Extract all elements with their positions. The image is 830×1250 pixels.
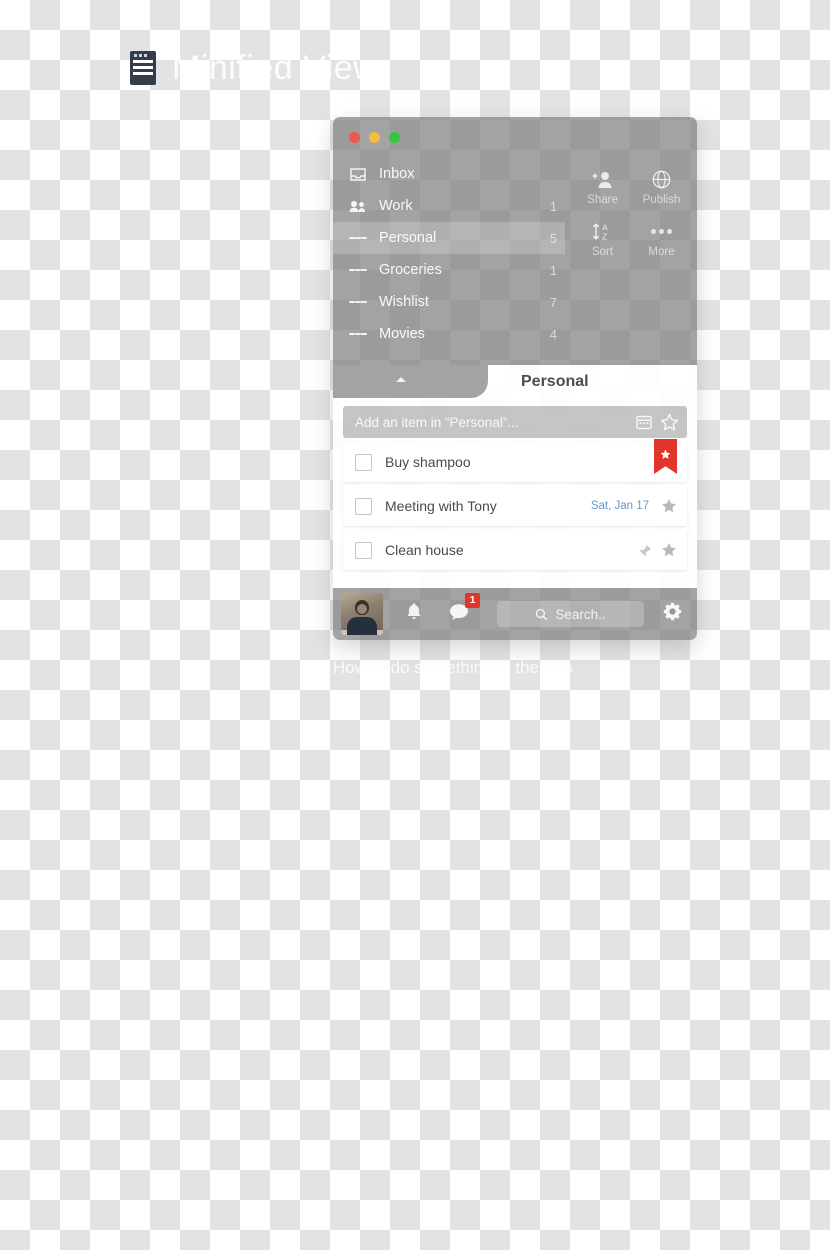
task-row[interactable]: Meeting with Tony Sat, Jan 17 (343, 486, 687, 526)
star-icon[interactable] (661, 498, 677, 514)
list-icon (349, 294, 367, 310)
sidebar-item-label: Wishlist (379, 294, 429, 310)
window-top-section: Inbox Work 1 Personal 5 Groceries 1 Wish… (333, 117, 697, 365)
settings-button[interactable] (662, 601, 683, 627)
task-title: Meeting with Tony (385, 498, 497, 514)
sort-button[interactable]: A Z Sort (573, 213, 632, 265)
sidebar-item-count: 1 (549, 262, 557, 278)
task-checkbox[interactable] (355, 497, 372, 515)
person-add-icon (592, 169, 614, 191)
tab-title: Personal (521, 373, 589, 390)
task-checkbox[interactable] (355, 541, 372, 559)
task-checkbox[interactable] (355, 453, 372, 471)
bottom-bar: 1 Search.. (333, 588, 697, 640)
sidebar-item-count: 4 (549, 326, 557, 342)
search-placeholder: Search.. (555, 606, 606, 622)
add-item-input[interactable]: Add an item in “Personal”... (355, 415, 628, 430)
gear-icon (662, 601, 683, 627)
sidebar-item-label: Groceries (379, 262, 442, 278)
task-title: Buy shampoo (385, 454, 471, 470)
page-heading: Minified View (130, 38, 550, 98)
search-icon (535, 608, 548, 621)
toolbar-label: Share (587, 193, 618, 206)
sidebar-item-inbox[interactable]: Inbox (333, 158, 565, 190)
sidebar-item-count: 1 (549, 198, 557, 214)
triangle-up-icon[interactable] (396, 377, 406, 382)
task-list-body: Add an item in “Personal”... Buy shampoo (333, 398, 697, 588)
list-icon (349, 326, 367, 342)
bell-icon (405, 602, 423, 626)
sidebar-item-label: Personal (379, 230, 437, 246)
toolbar-label: More (648, 245, 675, 258)
tab-bar-stub (333, 365, 488, 398)
publish-button[interactable]: Publish (632, 161, 691, 213)
page-caption: How to do something in the lists (333, 658, 574, 677)
toolbar-label: Publish (642, 193, 681, 206)
task-row[interactable]: Clean house (343, 530, 687, 570)
calendar-icon[interactable] (636, 414, 652, 430)
star-icon[interactable] (661, 542, 677, 558)
task-due-date: Sat, Jan 17 (590, 500, 649, 512)
message-badge: 1 (465, 592, 480, 608)
share-button[interactable]: Share (573, 161, 632, 213)
search-input[interactable]: Search.. (497, 601, 644, 627)
sidebar-item-personal[interactable]: Personal 5 (333, 222, 565, 254)
note-icon (130, 51, 156, 85)
user-avatar[interactable] (341, 593, 383, 635)
tab-bar: Personal (333, 365, 697, 398)
svg-text:Z: Z (602, 232, 607, 242)
close-button[interactable] (349, 132, 360, 143)
zoom-button[interactable] (389, 132, 400, 143)
sort-az-icon: A Z (591, 221, 615, 243)
task-title: Clean house (385, 542, 464, 558)
sidebar-list: Inbox Work 1 Personal 5 Groceries 1 Wish… (333, 158, 565, 350)
traffic-lights (349, 132, 400, 143)
more-button[interactable]: More (632, 213, 691, 265)
pin-icon[interactable] (639, 544, 652, 557)
sidebar-item-count: 7 (549, 294, 557, 310)
sidebar-item-work[interactable]: Work 1 (333, 190, 565, 222)
task-row[interactable]: Buy shampoo (343, 439, 687, 482)
sidebar-item-movies[interactable]: Movies 4 (333, 318, 565, 350)
sidebar-item-label: Work (379, 198, 413, 214)
sidebar-item-wishlist[interactable]: Wishlist 7 (333, 286, 565, 318)
sidebar-item-groceries[interactable]: Groceries 1 (333, 254, 565, 286)
messages-button[interactable]: 1 (449, 592, 480, 626)
people-icon (349, 198, 367, 214)
page-title: Minified View (172, 49, 379, 87)
minimize-button[interactable] (369, 132, 380, 143)
sidebar-item-count: 5 (549, 230, 557, 246)
list-icon (349, 262, 367, 278)
ellipsis-icon (651, 221, 672, 243)
inbox-icon (349, 166, 367, 182)
add-item-row[interactable]: Add an item in “Personal”... (343, 406, 687, 438)
sidebar-item-label: Inbox (379, 166, 415, 182)
star-outline-icon[interactable] (660, 413, 679, 432)
list-toolbar: Share Publish A Z Sort More (573, 161, 691, 265)
toolbar-label: Sort (591, 245, 614, 258)
list-icon (349, 230, 367, 246)
notifications-button[interactable] (405, 602, 423, 626)
sidebar-item-label: Movies (379, 326, 425, 342)
globe-icon (652, 169, 671, 191)
app-window: Inbox Work 1 Personal 5 Groceries 1 Wish… (333, 117, 697, 640)
